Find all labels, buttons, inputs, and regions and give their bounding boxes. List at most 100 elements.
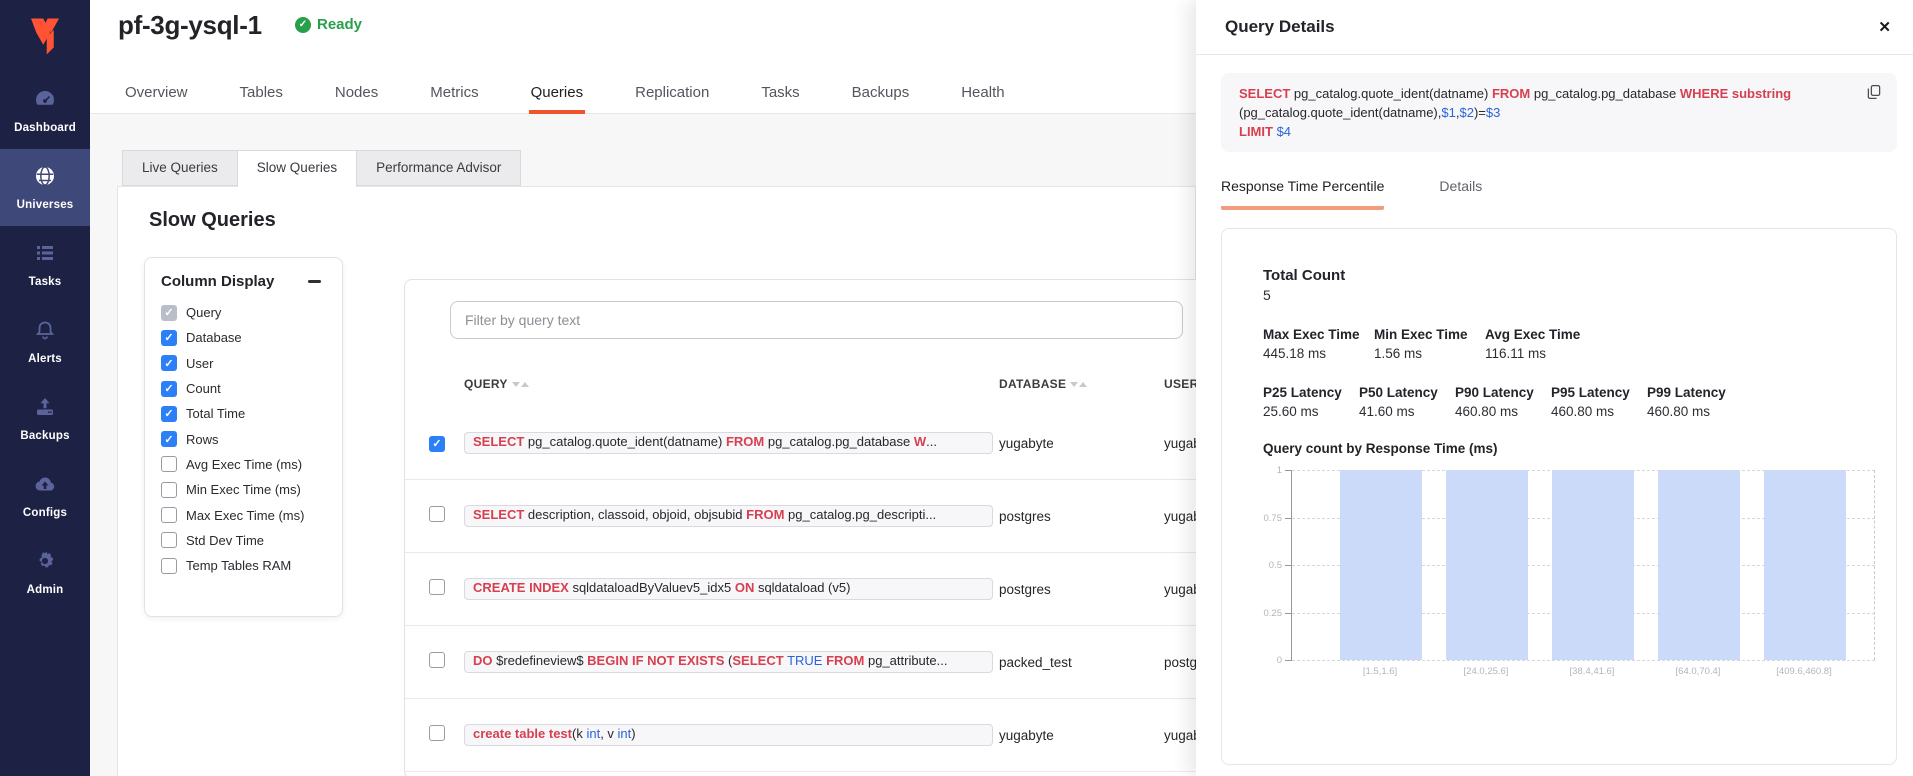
- checked-checkbox[interactable]: ✓: [161, 381, 177, 397]
- sql-param: $1: [1441, 105, 1455, 120]
- details-tab-response-time-percentile[interactable]: Response Time Percentile: [1221, 178, 1384, 210]
- column-toggle-min-exec-time-ms: Min Exec Time (ms): [161, 477, 326, 502]
- sql-keyword: W: [914, 434, 926, 449]
- stat-value: 460.80 ms: [1455, 404, 1551, 419]
- sidebar-item-configs[interactable]: Configs: [0, 457, 90, 534]
- sql-keyword: BEGIN IF NOT EXISTS: [587, 653, 724, 668]
- sql-keyword: FROM: [826, 653, 864, 668]
- table-row: create table test(k int, v int)yugabytey…: [405, 699, 1323, 772]
- total-count-label: Total Count: [1263, 267, 1876, 284]
- row-checkbox[interactable]: [429, 579, 445, 595]
- column-toggle-label: User: [186, 356, 213, 371]
- stat-label: Min Exec Time: [1374, 327, 1485, 342]
- unchecked-checkbox[interactable]: [161, 482, 177, 498]
- tab-queries[interactable]: Queries: [529, 84, 586, 114]
- checked-checkbox[interactable]: ✓: [161, 431, 177, 447]
- yugabyte-logo[interactable]: [0, 0, 90, 72]
- stat-value: 1.56 ms: [1374, 346, 1485, 361]
- query-text-chip[interactable]: DO $redefineview$ BEGIN IF NOT EXISTS (S…: [464, 651, 993, 673]
- y-tick-label: 0: [1248, 655, 1282, 666]
- tab-tasks[interactable]: Tasks: [759, 84, 801, 114]
- query-text-chip[interactable]: create table test(k int, v int): [464, 724, 993, 746]
- subtab-performance-advisor[interactable]: Performance Advisor: [356, 150, 521, 186]
- column-header-database[interactable]: DATABASE: [999, 377, 1164, 391]
- y-tick: [1285, 470, 1292, 471]
- bar: [1764, 470, 1846, 660]
- sql-keyword: ON: [735, 580, 755, 595]
- sql-keyword: FROM: [746, 507, 784, 522]
- unchecked-checkbox[interactable]: [161, 456, 177, 472]
- sql-text: )=: [1474, 105, 1486, 120]
- bar: [1446, 470, 1528, 660]
- sql-param: int: [586, 726, 600, 741]
- sql-text: pg_catalog.pg_database: [1530, 86, 1680, 101]
- stat-label: Max Exec Time: [1263, 327, 1374, 342]
- tab-tables[interactable]: Tables: [238, 84, 285, 114]
- collapse-icon[interactable]: [308, 275, 326, 289]
- row-checkbox[interactable]: ✓: [429, 436, 445, 452]
- unchecked-checkbox[interactable]: [161, 532, 177, 548]
- details-tab-details[interactable]: Details: [1439, 178, 1482, 210]
- column-display-title: Column Display: [161, 273, 274, 290]
- database-cell: postgres: [999, 509, 1164, 524]
- row-checkbox[interactable]: [429, 652, 445, 668]
- sidebar-item-universes[interactable]: Universes: [0, 149, 90, 226]
- table-row: DO $redefineview$ BEGIN IF NOT EXISTS (S…: [405, 626, 1323, 699]
- close-icon[interactable]: ✕: [1878, 18, 1891, 36]
- column-toggle-query: ✓ Query: [161, 300, 326, 325]
- sort-icons[interactable]: [512, 382, 529, 387]
- sort-icons[interactable]: [1070, 382, 1087, 387]
- sidebar-item-label: Admin: [27, 584, 64, 596]
- sql-text: pg_catalog.quote_ident(datname): [1290, 86, 1492, 101]
- query-text-chip[interactable]: SELECT description, classoid, objoid, ob…: [464, 505, 993, 527]
- tab-replication[interactable]: Replication: [633, 84, 711, 114]
- sidebar-item-alerts[interactable]: Alerts: [0, 303, 90, 380]
- query-text-chip[interactable]: CREATE INDEX sqldataloadByValuev5_idx5 O…: [464, 578, 993, 600]
- row-checkbox[interactable]: [429, 506, 445, 522]
- tab-backups[interactable]: Backups: [850, 84, 912, 114]
- column-toggle-label: Database: [186, 330, 242, 345]
- queries-subtab-bar: Live QueriesSlow QueriesPerformance Advi…: [122, 150, 521, 187]
- sql-text: sqldataloadByValuev5_idx5: [569, 580, 735, 595]
- sql-keyword: SELECT: [473, 507, 524, 522]
- check-circle-icon: ✓: [295, 17, 311, 33]
- column-toggle-rows: ✓ Rows: [161, 426, 326, 451]
- stat-label: Avg Exec Time: [1485, 327, 1596, 342]
- unchecked-checkbox[interactable]: [161, 558, 177, 574]
- sql-param: $3: [1486, 105, 1500, 120]
- sql-keyword: SELECT: [1239, 86, 1290, 101]
- sidebar-item-tasks[interactable]: Tasks: [0, 226, 90, 303]
- column-header-query[interactable]: QUERY: [464, 377, 999, 391]
- tab-nodes[interactable]: Nodes: [333, 84, 380, 114]
- status-badge: ✓ Ready: [295, 16, 362, 33]
- tab-overview[interactable]: Overview: [123, 84, 190, 114]
- query-text-chip[interactable]: SELECT pg_catalog.quote_ident(datname) F…: [464, 432, 993, 454]
- sql-text: sqldataload (v5): [754, 580, 850, 595]
- copy-icon[interactable]: [1865, 83, 1883, 101]
- stat-value: 460.80 ms: [1647, 404, 1743, 419]
- tab-metrics[interactable]: Metrics: [428, 84, 480, 114]
- checked-checkbox[interactable]: ✓: [161, 330, 177, 346]
- y-tick-label: 0.5: [1248, 560, 1282, 571]
- exec-time-stats: Max Exec Time445.18 msMin Exec Time1.56 …: [1263, 327, 1876, 361]
- unchecked-checkbox[interactable]: [161, 507, 177, 523]
- sidebar-item-admin[interactable]: Admin: [0, 534, 90, 611]
- table-row: SELECT description, classoid, objoid, ob…: [405, 480, 1323, 553]
- tab-health[interactable]: Health: [959, 84, 1006, 114]
- x-tick-label: [24.0,25.6]: [1433, 666, 1539, 677]
- sidebar-item-dashboard[interactable]: Dashboard: [0, 72, 90, 149]
- y-tick-label: 0.75: [1248, 513, 1282, 524]
- column-toggle-label: Query: [186, 305, 221, 320]
- query-filter-input[interactable]: [450, 301, 1183, 339]
- checked-checkbox[interactable]: ✓: [161, 406, 177, 422]
- checked-checkbox[interactable]: ✓: [161, 305, 177, 321]
- sidebar-item-label: Configs: [23, 507, 67, 519]
- sidebar-item-label: Backups: [20, 430, 69, 442]
- subtab-slow-queries[interactable]: Slow Queries: [237, 150, 356, 187]
- row-checkbox[interactable]: [429, 725, 445, 741]
- checked-checkbox[interactable]: ✓: [161, 355, 177, 371]
- subtab-live-queries[interactable]: Live Queries: [122, 150, 237, 186]
- sidebar-item-backups[interactable]: Backups: [0, 380, 90, 457]
- column-toggle-database: ✓ Database: [161, 325, 326, 350]
- column-toggle-label: Rows: [186, 432, 219, 447]
